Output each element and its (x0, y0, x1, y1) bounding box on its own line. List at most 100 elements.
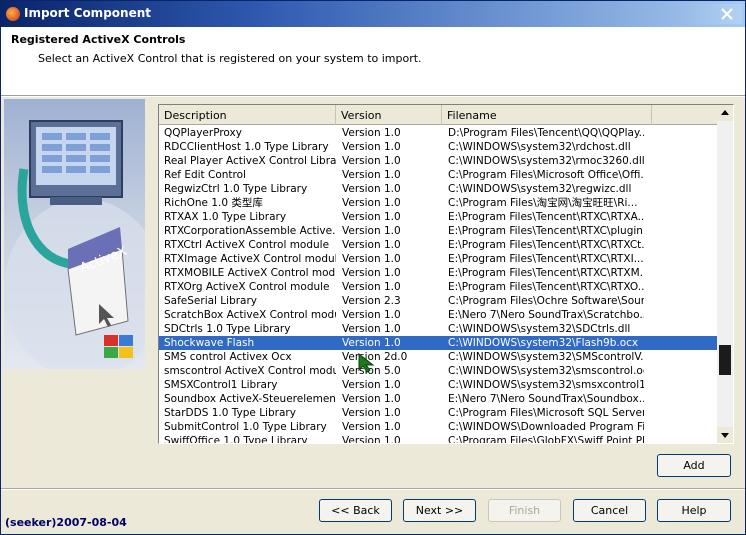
cell-description: smscontrol ActiveX Control module (164, 365, 336, 377)
window-title: Import Component (24, 6, 151, 20)
table-row[interactable]: RTXAX 1.0 Type Library Version 1.0 E:\Prog… (159, 210, 717, 224)
table-row[interactable]: SMSXControl1 Library Version 1.0 C:\WINDOW… (159, 378, 717, 392)
cell-description: SDCtrls 1.0 Type Library (164, 323, 291, 335)
cell-description: RegwizCtrl 1.0 Type Library (164, 183, 308, 195)
close-button[interactable] (682, 4, 742, 24)
table-row[interactable]: StarDDS 1.0 Type Library Version 1.0 C:\Pr… (159, 406, 717, 420)
cell-version: Version 1.0 (342, 323, 401, 335)
cell-filename: C:\Program Files\Ochre Software\Sour... (448, 295, 644, 307)
table-row[interactable]: RTXCtrl ActiveX Control module Version 1.… (159, 238, 717, 252)
mouse-cursor-icon (358, 353, 375, 373)
cell-filename: C:\Program Files\淘宝网\淘宝旺旺\Ri... (448, 197, 638, 209)
cell-description: SMSXControl1 Library (164, 379, 278, 391)
cell-description: Ref Edit Control (164, 169, 246, 181)
watermark-text: (seeker)2007-08-04 (5, 516, 127, 529)
table-row[interactable]: RDCClientHost 1.0 Type Library Version 1.… (159, 140, 717, 154)
cell-version: Version 1.0 (342, 141, 401, 153)
cell-filename: E:\Nero 7\Nero SoundTrax\Soundbox... (448, 393, 644, 405)
cell-description: ScratchBox ActiveX Control module (164, 309, 336, 321)
cell-filename: E:\Program Files\Tencent\RTXC\RTXO... (448, 281, 644, 293)
cell-version: Version 1.0 (342, 155, 401, 167)
cell-version: Version 1.0 (342, 169, 401, 181)
table-row[interactable]: RTXMOBILE ActiveX Control module Version … (159, 266, 717, 280)
table-row[interactable]: Ref Edit Control Version 1.0 C:\Program Fi… (159, 168, 717, 182)
cell-version: Version 1.0 (342, 337, 401, 349)
cell-description: Soundbox ActiveX-Steuerelemen... (164, 393, 336, 405)
cell-description: RTXAX 1.0 Type Library (164, 211, 287, 223)
activex-controls-table[interactable]: Description Version Filename QQPlayerPro… (158, 104, 734, 444)
table-body: QQPlayerProxy Version 1.0 D:\Program Files… (159, 126, 717, 444)
arrow-up-icon (721, 110, 729, 115)
cell-filename: C:\WINDOWS\system32\regwizc.dll (448, 183, 632, 195)
cancel-button[interactable]: Cancel (573, 499, 646, 522)
cell-description: RTXImage ActiveX Control module (164, 253, 336, 265)
help-button[interactable]: Help (657, 499, 731, 522)
table-header: Description Version Filename (159, 105, 717, 125)
column-header-filename[interactable]: Filename (442, 105, 652, 125)
table-row[interactable]: SafeSerial Library Version 2.3 C:\Program … (159, 294, 717, 308)
cell-filename: E:\Program Files\Tencent\RTXC\RTXCt... (448, 239, 644, 251)
cell-description: RTXMOBILE ActiveX Control module (164, 267, 336, 279)
table-row[interactable]: RTXCorporationAssemble Active... Version … (159, 224, 717, 238)
table-row[interactable]: RegwizCtrl 1.0 Type Library Version 1.0 C:… (159, 182, 717, 196)
cell-description: RDCClientHost 1.0 Type Library (164, 141, 329, 153)
table-row[interactable]: Real Player ActiveX Control Library Versi… (159, 154, 717, 168)
title-bar[interactable]: Import Component (1, 1, 745, 27)
cell-version: Version 5.0 (342, 365, 401, 377)
cell-description: RTXCtrl ActiveX Control module (164, 239, 330, 251)
cell-version: Version 1.0 (342, 253, 401, 265)
cell-version: Version 1.0 (342, 197, 401, 209)
table-row[interactable]: SwiffOffice 1.0 Type Library Version 1.0 C… (159, 434, 717, 444)
import-component-dialog: Import Component Registered ActiveX Cont… (0, 0, 746, 535)
cell-description: SwiffOffice 1.0 Type Library (164, 435, 308, 444)
back-button[interactable]: << Back (319, 499, 392, 522)
page-subtitle: Select an ActiveX Control that is regist… (38, 52, 422, 65)
table-row[interactable]: SDCtrls 1.0 Type Library Version 1.0 C:\WI… (159, 322, 717, 336)
table-row[interactable]: QQPlayerProxy Version 1.0 D:\Program Files… (159, 126, 717, 140)
table-row[interactable]: RTXImage ActiveX Control module Version 1… (159, 252, 717, 266)
column-header-description[interactable]: Description (159, 105, 336, 125)
cell-filename: E:\Nero 7\Nero SoundTrax\Scratchbo... (448, 309, 644, 321)
cell-version: Version 1.0 (342, 211, 401, 223)
wizard-header: Registered ActiveX Controls Select an Ac… (1, 27, 745, 96)
add-button[interactable]: Add (657, 454, 731, 477)
table-row[interactable]: SMS control Activex Ocx Version 2d.0 C:\WI… (159, 350, 717, 364)
cell-description: Shockwave Flash (164, 337, 255, 349)
cell-description: StarDDS 1.0 Type Library (164, 407, 296, 419)
scroll-up-button[interactable] (717, 105, 733, 121)
table-row[interactable]: SubmitControl 1.0 Type Library Version 1.… (159, 420, 717, 434)
cell-version: Version 1.0 (342, 309, 401, 321)
cell-description: RTXCorporationAssemble Active... (164, 225, 336, 237)
activex-illustration-icon: ActiveX (4, 120, 145, 369)
cell-filename: C:\WINDOWS\system32\rmoc3260.dll (448, 155, 644, 167)
vertical-scrollbar[interactable] (717, 105, 733, 443)
table-row[interactable]: smscontrol ActiveX Control module Version… (159, 364, 717, 378)
column-header-version[interactable]: Version (336, 105, 442, 125)
scroll-down-button[interactable] (717, 427, 733, 443)
cell-description: SafeSerial Library (164, 295, 258, 307)
table-row[interactable]: RTXOrg ActiveX Control module Version 1.0… (159, 280, 717, 294)
cell-version: Version 1.0 (342, 421, 401, 433)
cell-filename: E:\Program Files\Tencent\RTXC\RTXM... (448, 267, 644, 279)
cell-filename: E:\Program Files\Tencent\RTXC\plugin... (448, 225, 644, 237)
footer-divider (1, 488, 745, 490)
close-icon (721, 8, 733, 20)
cell-filename: C:\WINDOWS\system32\SMScontrolV... (448, 351, 644, 363)
cell-version: Version 1.0 (342, 267, 401, 279)
cell-filename: C:\WINDOWS\system32\smsxcontrol1... (448, 379, 644, 391)
table-row[interactable]: RichOne 1.0 类型库 Version 1.0 C:\Program Fil… (159, 196, 717, 210)
cell-version: Version 1.0 (342, 393, 401, 405)
table-row[interactable]: ScratchBox ActiveX Control module Version… (159, 308, 717, 322)
cell-filename: C:\WINDOWS\system32\smscontrol.ocx (448, 365, 644, 377)
scrollbar-thumb[interactable] (719, 345, 731, 375)
finish-button[interactable]: Finish (488, 499, 561, 522)
cell-version: Version 2d.0 (342, 351, 408, 363)
table-row[interactable]: Shockwave Flash Version 1.0 C:\WINDOWS\sys… (159, 336, 717, 350)
next-button[interactable]: Next >> (403, 499, 476, 522)
table-row[interactable]: Soundbox ActiveX-Steuerelemen... Version … (159, 392, 717, 406)
cell-description: Real Player ActiveX Control Library (164, 155, 336, 167)
cell-description: QQPlayerProxy (164, 127, 242, 139)
cell-filename: C:\Program Files\GlobFX\Swiff Point Pl..… (448, 435, 644, 444)
cell-filename: C:\Program Files\Microsoft Office\Offi..… (448, 169, 644, 181)
cell-description: RichOne 1.0 类型库 (164, 197, 263, 209)
